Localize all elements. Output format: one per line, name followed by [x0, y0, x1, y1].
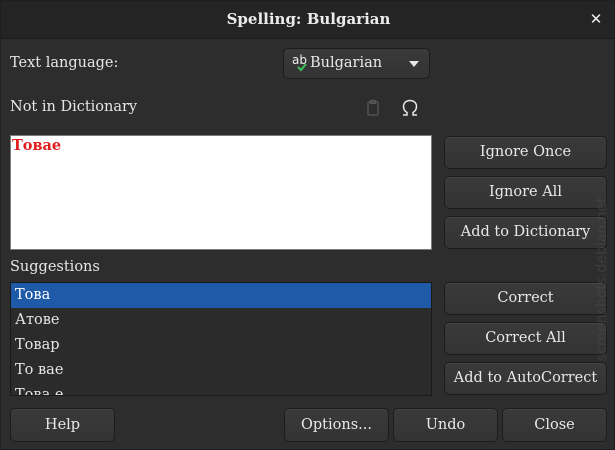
add-to-dictionary-button[interactable]: Add to Dictionary: [444, 216, 607, 249]
suggestions-list[interactable]: Това Атове Товар То вае Това е: [10, 282, 432, 396]
suggestion-item[interactable]: То вае: [11, 358, 431, 383]
watermark: screenshots.debian.net: [594, 197, 610, 361]
close-window-icon[interactable]: ✕: [586, 9, 606, 29]
not-in-dictionary-label: Not in Dictionary: [10, 99, 138, 115]
suggestion-item[interactable]: Това е: [11, 383, 431, 395]
suggestions-label: Suggestions: [10, 259, 100, 275]
text-language-select[interactable]: ab Bulgarian: [283, 48, 430, 79]
text-language-value: Bulgarian: [310, 55, 383, 71]
spelling-dialog: Spelling: Bulgarian ✕ Text language: ab …: [0, 0, 615, 450]
paste-icon[interactable]: [365, 99, 381, 117]
ignore-all-button[interactable]: Ignore All: [444, 176, 607, 209]
add-to-autocorrect-button[interactable]: Add to AutoCorrect: [444, 362, 607, 395]
suggestion-item[interactable]: Атове: [11, 308, 431, 333]
not-in-dictionary-textbox[interactable]: Товае: [10, 135, 432, 250]
undo-button[interactable]: Undo: [393, 408, 498, 442]
suggestion-item[interactable]: Това: [11, 283, 431, 308]
help-button[interactable]: Help: [10, 408, 115, 442]
misspelled-word: Товае: [12, 137, 62, 154]
spellcheck-ab-icon: ab: [292, 53, 310, 73]
omega-special-character-icon[interactable]: [399, 97, 421, 119]
chevron-down-icon: [409, 61, 419, 67]
ignore-once-button[interactable]: Ignore Once: [444, 136, 607, 169]
text-language-label: Text language:: [10, 55, 119, 71]
window-title: Spelling: Bulgarian: [226, 10, 391, 28]
svg-text:screenshots.debian.net: screenshots.debian.net: [594, 197, 610, 361]
correct-all-button[interactable]: Correct All: [444, 322, 607, 355]
correct-button[interactable]: Correct: [444, 282, 607, 315]
close-button[interactable]: Close: [502, 408, 607, 442]
suggestion-item[interactable]: Товар: [11, 333, 431, 358]
options-button[interactable]: Options...: [284, 408, 389, 442]
title-bar[interactable]: Spelling: Bulgarian ✕: [1, 1, 614, 39]
